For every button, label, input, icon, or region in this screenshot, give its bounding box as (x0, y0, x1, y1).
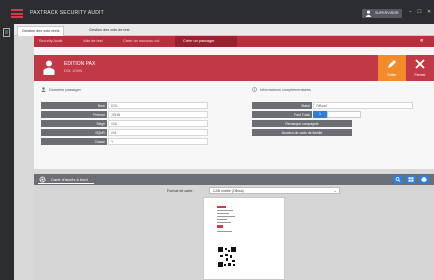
boarding-pass-preview (203, 197, 285, 280)
window-controls[interactable]: – ☐ ✕ (409, 9, 433, 15)
person-icon (43, 60, 55, 75)
breadcrumb-creer-vol[interactable]: Créer un nouveau vol (123, 39, 159, 43)
grid-button[interactable] (406, 175, 416, 184)
field-siege: Siège 10A (41, 120, 241, 128)
extra-section-title: Informations complémentaires (252, 87, 311, 92)
field-fidelite: Numéro de carte de fidélité (252, 129, 432, 137)
sqnr-label: SQNR (41, 129, 107, 136)
close-label: Fermer (414, 73, 426, 77)
print-button[interactable] (419, 175, 429, 184)
prenom-label: Prénom (41, 111, 107, 118)
header-title: EDITION PAX (64, 61, 96, 67)
field-classe: Classe Y (41, 138, 241, 146)
passenger-section-title: Données passager (41, 87, 81, 92)
left-sidebar (0, 24, 14, 280)
chevron-down-icon: ⌄ (333, 188, 337, 193)
field-nom: Nom DOL (41, 102, 241, 110)
field-prenom: Prénom JOHN (41, 111, 241, 119)
passenger-header: EDITION PAX DOL JOHN Editer Fermer (34, 55, 434, 81)
breadcrumb-security-audit[interactable]: Security Audit (39, 39, 62, 43)
tab-strip: Gestion des vols réels Gestion des vols … (14, 24, 434, 36)
remarque-label[interactable]: Remarque compagnie (252, 120, 352, 127)
siege-value: 10A (108, 120, 208, 127)
passenger-card: EDITION PAX DOL JOHN Editer Fermer Donné… (34, 47, 434, 169)
nom-value: DOL (108, 102, 208, 109)
edit-label: Editer (387, 73, 397, 77)
gear-icon[interactable] (39, 176, 46, 183)
breadcrumb: Security Audit Vols de test Créer un nou… (34, 36, 434, 47)
breadcrumb-creer-passager: Créer un passager (183, 39, 215, 43)
fast-track-off (327, 111, 361, 118)
print-icon (421, 177, 427, 182)
menu-icon[interactable] (11, 9, 23, 18)
close-icon (415, 59, 425, 69)
classe-label: Classe (41, 138, 107, 145)
statut-label: Statut (252, 102, 312, 109)
classe-value: Y (108, 138, 208, 145)
siege-label: Siège (41, 120, 107, 127)
passenger-section-label: Données passager (49, 88, 81, 92)
prenom-value: JOHN (108, 111, 208, 118)
field-statut: Statut Offload (252, 102, 432, 110)
breadcrumb-vols-test[interactable]: Vols de test (83, 39, 103, 43)
format-value: CAB mobile (Ofissa) (213, 189, 244, 193)
boarding-pass-header: Carte d'accès à bord (34, 174, 434, 185)
collapse-icon[interactable]: « (420, 38, 423, 44)
field-remarque: Remarque compagnie (252, 120, 432, 128)
grid-icon (408, 177, 414, 182)
sqnr-value: 001 (108, 129, 208, 136)
boarding-pass-title: Carte d'accès à bord (51, 177, 88, 182)
field-sqnr: SQNR 001 (41, 129, 241, 137)
fast-track-toggle[interactable]: 1 (313, 111, 361, 118)
header-subtitle: DOL JOHN (64, 69, 83, 73)
edit-document-icon[interactable] (3, 28, 11, 37)
user-small-icon (41, 87, 46, 92)
info-icon (252, 87, 257, 92)
edit-button[interactable]: Editer (378, 55, 406, 81)
title-bar: PAXTRACK SECURITY AUDIT SUPERVISOR – ☐ ✕ (0, 0, 434, 24)
search-button[interactable] (393, 175, 403, 184)
tab-vols-reels[interactable]: Gestion des vols réels (17, 26, 65, 36)
user-button[interactable]: SUPERVISOR (362, 9, 402, 18)
fidelite-label[interactable]: Numéro de carte de fidélité (252, 129, 352, 136)
boarding-pass-text-block (217, 206, 235, 232)
user-icon (365, 10, 372, 17)
app-title: PAXTRACK SECURITY AUDIT (30, 10, 104, 16)
fast-track-on: 1 (313, 111, 327, 118)
field-fast-track: Fast Track 1 (252, 111, 432, 119)
format-select[interactable]: CAB mobile (Ofissa) ⌄ (209, 187, 340, 194)
statut-value: Offload (313, 102, 413, 109)
extra-section-label: Informations complémentaires (260, 88, 311, 92)
boarding-pass-panel: Carte d'accès à bord Format de carte : C… (34, 174, 434, 280)
qr-code-icon (217, 246, 237, 268)
format-label: Format de carte : (167, 189, 195, 193)
close-button[interactable]: Fermer (406, 55, 434, 81)
fast-track-label: Fast Track (252, 111, 312, 118)
nom-label: Nom (41, 102, 107, 109)
user-name: SUPERVISOR (375, 11, 399, 15)
tab-vols-test[interactable]: Gestion des vols de test (89, 26, 130, 36)
title-underline (38, 183, 94, 184)
pencil-icon (388, 60, 396, 68)
search-icon (395, 177, 401, 182)
